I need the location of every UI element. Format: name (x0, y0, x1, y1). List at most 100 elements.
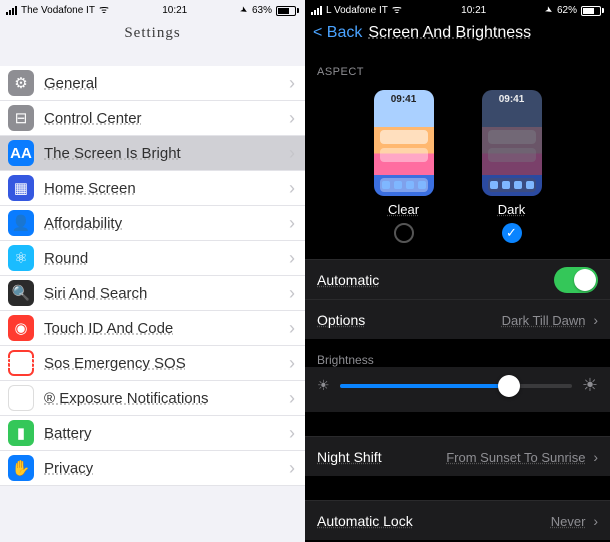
settings-row-siri[interactable]: 🔍 Siri And Search › (0, 276, 305, 311)
settings-row-touch-id[interactable]: ◉ Touch ID And Code › (0, 311, 305, 346)
atom-icon: ⚛︎ (8, 245, 34, 271)
battery-pct: 63% (252, 5, 272, 16)
settings-title: Settings (0, 18, 305, 52)
appearance-picker: 09:41 Clear 09:41 Dark ✓ (305, 86, 610, 249)
automatic-toggle[interactable] (554, 267, 598, 293)
brightness-label: Brightness (305, 339, 610, 367)
switches-icon: ⊟ (8, 105, 34, 131)
exposure-icon: ⊙ (8, 385, 34, 411)
siri-icon: 🔍 (8, 280, 34, 306)
section-aspect-label: ASPECT (305, 52, 610, 86)
carrier-label: L Vodafone IT (326, 5, 388, 16)
settings-row-label: Affordability (44, 215, 289, 232)
settings-row-exposure[interactable]: ⊙ ® Exposure Notifications › (0, 381, 305, 416)
night-shift-row[interactable]: Night Shift From Sunset To Sunrise › (305, 436, 610, 476)
brightness-slider[interactable]: ☀︎ ☀︎ (317, 375, 598, 396)
chevron-right-icon: › (289, 458, 295, 479)
settings-row-wallpaper[interactable]: ⚛︎ Round › (0, 241, 305, 276)
settings-screen: The Vodafone IT ᯤ 10:21 ➤ 63% Settings ⚙… (0, 0, 305, 542)
thumb-time: 09:41 (374, 94, 434, 105)
options-row[interactable]: Options Dark Till Dawn › (305, 299, 610, 339)
chevron-right-icon: › (289, 318, 295, 339)
settings-row-label: The Screen Is Bright (44, 145, 289, 162)
chevron-right-icon: › (289, 108, 295, 129)
wifi-icon: ᯤ (392, 5, 402, 16)
chevron-right-icon: › (289, 178, 295, 199)
chevron-right-icon: › (289, 143, 295, 164)
appearance-thumb-dark: 09:41 (482, 90, 542, 196)
appearance-option-dark[interactable]: 09:41 Dark ✓ (482, 90, 542, 243)
settings-row-label: ® Exposure Notifications (44, 390, 289, 407)
back-button[interactable]: < Back (313, 24, 362, 42)
text-size-icon: AA (8, 140, 34, 166)
sun-small-icon: ☀︎ (317, 377, 330, 394)
hand-icon: ✋ (8, 455, 34, 481)
settings-list: ⚙︎ General › ⊟ Control Center › AA The S… (0, 66, 305, 486)
status-time: 10:21 (162, 5, 187, 16)
automatic-row: Automatic (305, 259, 610, 299)
radio-unselected-icon[interactable] (394, 223, 414, 243)
settings-row-display[interactable]: AA The Screen Is Bright › (0, 136, 305, 171)
radio-selected-icon[interactable]: ✓ (502, 223, 522, 243)
fingerprint-icon: ◉ (8, 315, 34, 341)
slider-thumb[interactable] (498, 375, 520, 397)
status-bar-left: The Vodafone IT ᯤ 10:21 ➤ 63% (0, 0, 305, 18)
chevron-right-icon: › (289, 353, 295, 374)
auto-lock-label: Automatic Lock (317, 513, 413, 529)
page-title: Settings (124, 25, 180, 41)
options-value: Dark Till Dawn (502, 313, 586, 328)
settings-row-sos[interactable]: SOS Sos Emergency SOS › (0, 346, 305, 381)
screen-title: Screen And Brightness (368, 24, 531, 42)
settings-row-home-screen[interactable]: ▦ Home Screen › (0, 171, 305, 206)
settings-row-battery[interactable]: ▮ Battery › (0, 416, 305, 451)
settings-row-label: General (44, 75, 289, 92)
settings-row-accessibility[interactable]: 👤 Affordability › (0, 206, 305, 241)
settings-row-control-center[interactable]: ⊟ Control Center › (0, 101, 305, 136)
auto-lock-row[interactable]: Automatic Lock Never › (305, 500, 610, 540)
chevron-right-icon: › (289, 283, 295, 304)
status-time: 10:21 (461, 5, 486, 16)
signal-icon (311, 6, 322, 15)
settings-row-label: Touch ID And Code (44, 320, 289, 337)
chevron-right-icon: › (589, 513, 598, 529)
nav-header: < Back Screen And Brightness (305, 18, 610, 52)
battery-icon (581, 6, 604, 16)
night-shift-label: Night Shift (317, 449, 382, 465)
status-bar-right: L Vodafone IT ᯤ 10:21 ➤ 62% (305, 0, 610, 18)
appearance-name: Clear (388, 202, 419, 217)
chevron-right-icon: › (289, 248, 295, 269)
battery-pct: 62% (557, 5, 577, 16)
settings-row-label: Sos Emergency SOS (44, 355, 289, 372)
night-shift-value: From Sunset To Sunrise (446, 450, 585, 465)
settings-row-label: Control Center (44, 110, 289, 127)
auto-lock-value: Never (551, 514, 586, 529)
chevron-right-icon: › (289, 73, 295, 94)
chevron-right-icon: › (289, 423, 295, 444)
brightness-row: ☀︎ ☀︎ (305, 367, 610, 412)
battery-row-icon: ▮ (8, 420, 34, 446)
options-label: Options (317, 312, 365, 328)
settings-row-label: Battery (44, 425, 289, 442)
chevron-right-icon: › (589, 449, 598, 465)
appearance-option-clear[interactable]: 09:41 Clear (374, 90, 434, 243)
chevron-right-icon: › (589, 312, 598, 328)
battery-icon (276, 6, 299, 16)
signal-icon (6, 6, 17, 15)
gear-icon: ⚙︎ (8, 70, 34, 96)
sun-big-icon: ☀︎ (582, 375, 598, 396)
back-label: Back (327, 24, 363, 41)
chevron-right-icon: › (289, 213, 295, 234)
sos-icon: SOS (8, 350, 34, 376)
settings-row-label: Round (44, 250, 289, 267)
grid-icon: ▦ (8, 175, 34, 201)
appearance-thumb-clear: 09:41 (374, 90, 434, 196)
display-settings-screen: L Vodafone IT ᯤ 10:21 ➤ 62% < Back Scree… (305, 0, 610, 542)
settings-row-privacy[interactable]: ✋ Privacy › (0, 451, 305, 486)
settings-row-general[interactable]: ⚙︎ General › (0, 66, 305, 101)
wifi-icon: ᯤ (99, 5, 109, 16)
settings-row-label: Privacy (44, 460, 289, 477)
settings-row-label: Siri And Search (44, 285, 289, 302)
carrier-label: The Vodafone IT (21, 5, 95, 16)
loc-icon: ➤ (543, 4, 555, 17)
automatic-label: Automatic (317, 272, 379, 288)
